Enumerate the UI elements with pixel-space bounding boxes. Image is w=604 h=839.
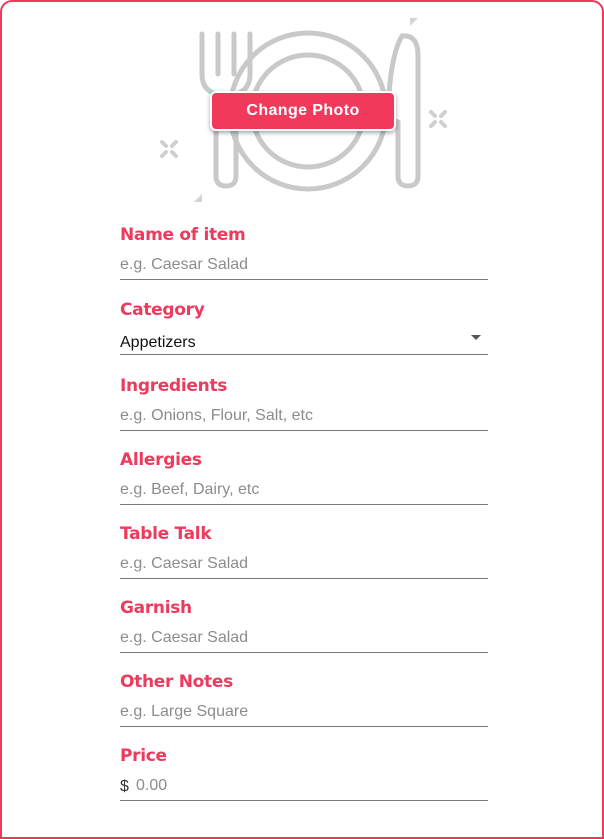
price-label: Price xyxy=(120,746,167,766)
garnish-label: Garnish xyxy=(120,598,192,618)
currency-prefix: $ xyxy=(120,778,129,795)
name-input[interactable] xyxy=(120,250,488,280)
ingredients-input[interactable] xyxy=(120,401,488,431)
category-selected-value: Appetizers xyxy=(120,333,196,351)
allergies-label: Allergies xyxy=(120,450,202,470)
other-notes-label: Other Notes xyxy=(120,672,233,692)
category-field: Category Appetizers xyxy=(120,299,488,355)
other-notes-field: Other Notes xyxy=(120,671,488,727)
name-label: Name of item xyxy=(120,225,246,245)
price-input-wrapper: $ xyxy=(120,771,488,801)
other-notes-input[interactable] xyxy=(120,697,488,727)
price-field: Price $ xyxy=(120,745,488,801)
category-label: Category xyxy=(120,300,205,320)
table-talk-label: Table Talk xyxy=(120,524,212,544)
name-field: Name of item xyxy=(120,224,488,280)
garnish-field: Garnish xyxy=(120,597,488,653)
ingredients-field: Ingredients xyxy=(120,375,488,431)
allergies-input[interactable] xyxy=(120,475,488,505)
garnish-input[interactable] xyxy=(120,623,488,653)
ingredients-label: Ingredients xyxy=(120,376,228,396)
caret-down-icon xyxy=(471,335,481,340)
allergies-field: Allergies xyxy=(120,449,488,505)
category-select[interactable]: Appetizers xyxy=(120,325,488,355)
menu-item-form: Change Photo Name of item Category Appet… xyxy=(0,0,604,839)
table-talk-field: Table Talk xyxy=(120,523,488,579)
table-talk-input[interactable] xyxy=(120,549,488,579)
change-photo-button[interactable]: Change Photo xyxy=(210,91,396,131)
price-input[interactable] xyxy=(136,771,476,800)
